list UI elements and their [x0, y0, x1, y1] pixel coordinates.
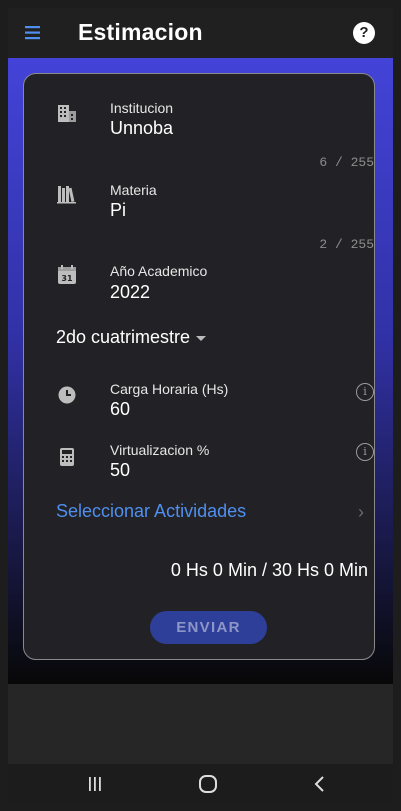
books-icon [57, 186, 76, 204]
virtualizacion-label: Virtualizacion % [110, 442, 210, 458]
recent-apps-button[interactable] [65, 764, 125, 803]
estimation-form-card: Institucion Unnoba 6 / 255 Materia Pi 2 … [23, 73, 375, 660]
content-footer-area [8, 684, 393, 764]
home-button[interactable] [178, 764, 238, 803]
anio-input[interactable]: 2022 [110, 282, 150, 303]
menu-icon[interactable] [24, 23, 46, 43]
back-icon [314, 776, 324, 792]
total-hours-summary: 0 Hs 0 Min / 30 Hs 0 Min [170, 560, 368, 580]
calendar-day-text: 31 [61, 274, 73, 283]
home-icon [199, 775, 217, 793]
institucion-label: Institucion [110, 100, 174, 116]
chevron-right-icon[interactable]: › [358, 502, 364, 523]
materia-input[interactable]: Pi [110, 200, 126, 221]
semester-dropdown[interactable]: 2do cuatrimestre [56, 327, 207, 348]
info-icon[interactable]: i [356, 383, 374, 401]
info-icon[interactable]: i [356, 443, 374, 461]
back-button[interactable] [290, 764, 350, 803]
app-screen: Estimacion ? Institucion Unnoba 6 / 255 … [8, 8, 393, 803]
page-title: Estimacion [78, 19, 203, 45]
send-button[interactable]: ENVIAR [150, 611, 267, 644]
system-nav-bar [8, 764, 393, 803]
calculator-icon [60, 448, 74, 466]
chevron-down-icon [196, 335, 207, 341]
institucion-input[interactable]: Unnoba [110, 118, 173, 139]
select-activities-link[interactable]: Seleccionar Actividades [56, 501, 246, 522]
calendar-icon: 31 [58, 265, 76, 284]
materia-counter: 2 / 255 [319, 237, 374, 252]
app-bar: Estimacion ? [8, 8, 393, 58]
building-icon [58, 105, 76, 122]
semester-value: 2do cuatrimestre [56, 327, 191, 347]
help-icon[interactable]: ? [353, 22, 375, 44]
virtualizacion-input[interactable]: 50 [110, 460, 130, 481]
clock-icon [58, 386, 76, 404]
carga-horaria-input[interactable]: 60 [110, 399, 130, 420]
recent-apps-icon [89, 777, 101, 791]
anio-label: Año Academico [110, 263, 208, 279]
materia-label: Materia [110, 182, 157, 198]
carga-horaria-label: Carga Horaria (Hs) [110, 381, 229, 397]
institucion-counter: 6 / 255 [319, 155, 374, 170]
